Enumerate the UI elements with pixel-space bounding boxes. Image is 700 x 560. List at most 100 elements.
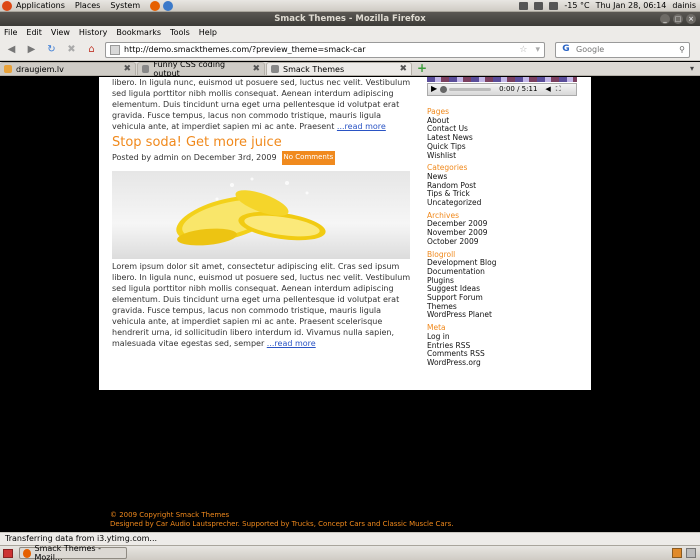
tab-smack-themes[interactable]: Smack Themes ✖ — [266, 62, 412, 75]
trash-icon[interactable] — [686, 548, 696, 558]
comments-badge[interactable]: No Comments — [281, 151, 336, 165]
maximize-icon[interactable]: □ — [673, 14, 683, 24]
tab-favicon-icon — [4, 65, 12, 73]
sidebar-link-wishlist[interactable]: Wishlist — [427, 151, 587, 161]
weather-temperature[interactable]: -15 °C — [564, 1, 589, 10]
list-all-tabs-icon[interactable]: ▾ — [690, 62, 694, 75]
user-name[interactable]: dainis — [672, 1, 696, 10]
firefox-launcher-icon[interactable] — [150, 0, 161, 11]
menu-history[interactable]: History — [79, 28, 107, 37]
search-bar[interactable]: G ⚲ — [555, 41, 690, 58]
back-arrow-icon[interactable]: ◀ — [3, 41, 20, 58]
tab-close-icon[interactable]: ✖ — [117, 64, 131, 74]
menu-edit[interactable]: Edit — [26, 28, 42, 37]
sidebar-link-oct-2009[interactable]: October 2009 — [427, 237, 587, 247]
stop-icon[interactable]: ✖ — [63, 41, 80, 58]
panel-clock[interactable]: Thu Jan 28, 06:14 — [596, 1, 667, 10]
site-footer: © 2009 Copyright Smack Themes Designed b… — [110, 511, 453, 529]
post-body: Lorem ipsum dolor sit amet, consectetur … — [112, 261, 412, 350]
player-controls: ▶ 0:00 / 5:11 ◀ ⛶ — [427, 83, 577, 96]
firefox-icon — [23, 548, 32, 558]
bookmark-star-icon[interactable]: ☆ — [519, 45, 527, 55]
posts-column: libero. In ligula nunc, euismod ut posue… — [112, 77, 412, 349]
bottom-panel: Smack Themes - Mozil... — [0, 544, 700, 560]
lemon-splash-image — [112, 170, 410, 259]
video-player[interactable]: ▶ 0:00 / 5:11 ◀ ⛶ — [427, 77, 587, 99]
tab-label: Funny CSS coding output — [153, 60, 226, 78]
player-time: 0:00 / 5:11 — [499, 85, 538, 94]
panel-tray: -15 °C Thu Jan 28, 06:14 dainis — [519, 1, 700, 10]
close-window-icon[interactable]: × — [686, 14, 696, 24]
footer-credits[interactable]: Designed by Car Audio Lautsprecher. Supp… — [110, 520, 453, 529]
new-tab-icon[interactable]: + — [417, 62, 427, 75]
site-identity-icon[interactable] — [110, 44, 120, 55]
volume-icon[interactable] — [534, 1, 544, 10]
show-desktop-icon[interactable] — [3, 548, 13, 558]
tab-favicon-icon — [142, 65, 150, 73]
search-icon[interactable]: ⚲ — [679, 45, 685, 54]
menu-view[interactable]: View — [51, 28, 70, 37]
sidebar-heading-categories: Categories — [427, 163, 468, 173]
menu-help[interactable]: Help — [199, 28, 217, 37]
home-icon[interactable]: ⌂ — [83, 41, 100, 58]
search-input[interactable] — [576, 45, 680, 54]
sidebar-link-wordpress-org[interactable]: WordPress.org — [427, 358, 587, 368]
workspace-switcher-icon[interactable] — [672, 548, 682, 558]
window-titlebar[interactable]: Smack Themes - Mozilla Firefox _ □ × — [0, 12, 700, 26]
sidebar-heading-pages: Pages — [427, 107, 450, 116]
top-panel: Applications Places System -15 °C Thu Ja… — [0, 0, 700, 12]
help-launcher-icon[interactable] — [163, 0, 174, 11]
places-menu[interactable]: Places — [75, 1, 100, 10]
taskbar-label: Smack Themes - Mozil... — [34, 544, 102, 560]
navigation-toolbar: ◀ ▶ ↻ ✖ ⌂ ☆ ▾ G ⚲ — [0, 39, 700, 61]
system-menu[interactable]: System — [110, 1, 140, 10]
post-body-text: Lorem ipsum dolor sit amet, consectetur … — [112, 261, 411, 349]
tab-close-icon[interactable]: ✖ — [393, 64, 407, 74]
tab-favicon-icon — [271, 65, 279, 73]
status-text: Transferring data from i3.ytimg.com... — [5, 534, 158, 543]
menu-file[interactable]: File — [4, 28, 17, 37]
footer-copyright: © 2009 Copyright Smack Themes — [110, 511, 230, 519]
google-engine-icon[interactable]: G — [559, 44, 573, 56]
tab-close-icon[interactable]: ✖ — [246, 64, 260, 74]
sidebar-link-wordpress-planet[interactable]: WordPress Planet — [427, 311, 587, 320]
sidebar-heading-meta: Meta — [427, 323, 446, 333]
applications-menu[interactable]: Applications — [16, 1, 65, 10]
forward-arrow-icon[interactable]: ▶ — [23, 41, 40, 58]
ubuntu-logo-icon[interactable] — [2, 0, 12, 11]
page-wrapper: libero. In ligula nunc, euismod ut posue… — [99, 77, 591, 390]
seek-handle[interactable] — [440, 86, 448, 93]
tab-strip: draugiem.lv ✖ Funny CSS coding output ✖ … — [0, 60, 700, 78]
reload-icon[interactable]: ↻ — [43, 41, 60, 58]
tab-funny-css[interactable]: Funny CSS coding output ✖ — [137, 60, 265, 78]
web-content: libero. In ligula nunc, euismod ut posue… — [0, 77, 700, 532]
menu-bookmarks[interactable]: Bookmarks — [116, 28, 161, 37]
volume-icon[interactable]: ◀ — [545, 85, 550, 94]
previous-post-excerpt: libero. In ligula nunc, euismod ut posue… — [112, 77, 412, 132]
sidebar-link-uncategorized[interactable]: Uncategorized — [427, 198, 587, 208]
network-icon[interactable] — [549, 1, 559, 10]
post-byline: Posted by admin on December 3rd, 2009 — [112, 153, 277, 163]
play-icon[interactable]: ▶ — [431, 84, 437, 94]
taskbar-firefox-window[interactable]: Smack Themes - Mozil... — [19, 544, 127, 560]
read-more-link[interactable]: ...read more — [337, 122, 386, 131]
window-title: Smack Themes - Mozilla Firefox — [274, 14, 426, 24]
lemon-slices — [176, 189, 326, 245]
fullscreen-icon[interactable]: ⛶ — [556, 85, 561, 94]
url-bar[interactable]: ☆ ▾ — [105, 41, 545, 58]
menubar: File Edit View History Bookmarks Tools H… — [0, 26, 700, 39]
tab-label: Smack Themes — [283, 64, 345, 74]
mail-icon[interactable] — [519, 1, 529, 10]
tab-label: draugiem.lv — [16, 64, 64, 74]
url-dropdown-icon[interactable]: ▾ — [535, 45, 540, 55]
post-meta: Posted by admin on December 3rd, 2009 No… — [112, 151, 412, 165]
menu-tools[interactable]: Tools — [170, 28, 190, 37]
tab-draugiem[interactable]: draugiem.lv ✖ — [0, 62, 136, 75]
minimize-icon[interactable]: _ — [660, 14, 670, 24]
read-more-link[interactable]: ...read more — [267, 339, 316, 348]
url-input[interactable] — [124, 45, 516, 54]
video-frame — [427, 77, 577, 82]
post-title-link[interactable]: Stop soda! Get more juice — [112, 135, 412, 150]
sidebar: ▶ 0:00 / 5:11 ◀ ⛶ Pages About Contact Us… — [427, 77, 587, 368]
seek-track[interactable] — [449, 88, 492, 91]
